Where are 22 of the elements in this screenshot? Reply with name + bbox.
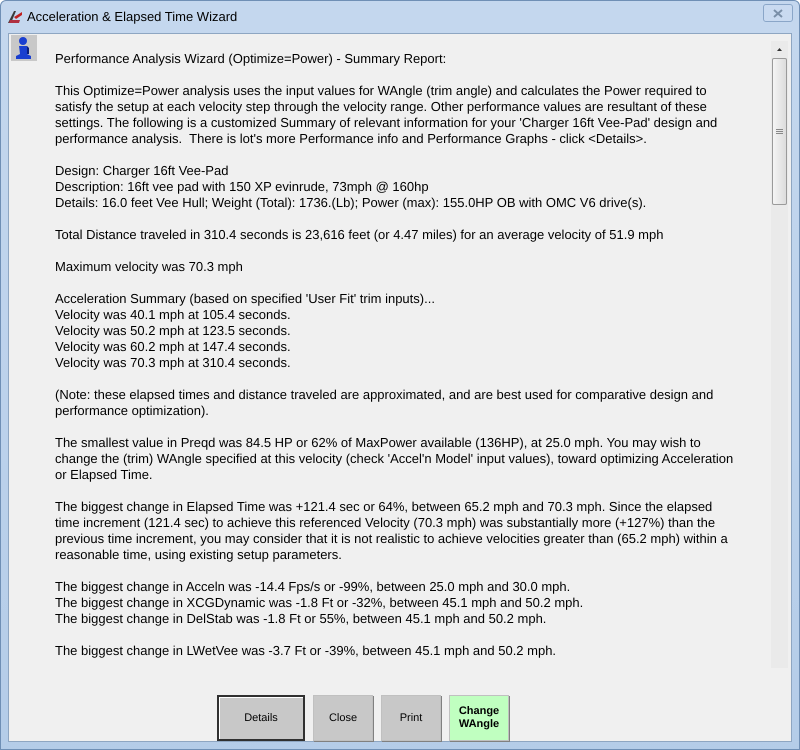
report-paragraph: This Optimize=Power analysis uses the input values for WAngle (trim angle) and calculates the Power required to satisfy the setup at each velocity step through the velocity range. Other performance values are resultant of these settings. The following is a customized Summary of relevant information for your 'Charger 16ft Vee-Pad' design and performance analysis. There is lot's more Performance info and Performance Graphs - click <Details>. — [55, 83, 718, 147]
change-wangle-button[interactable]: Change WAngle — [449, 695, 509, 741]
report-paragraph: Performance Analysis Wizard (Optimize=Power) - Summary Report: — [55, 51, 448, 67]
report-paragraph: Maximum velocity was 70.3 mph — [55, 259, 244, 275]
report-paragraph: The biggest change in LWetVee was -3.7 Ft or -39%, between 45.1 mph and 50.2 mph. — [55, 643, 558, 659]
report-paragraph: The biggest change in Elapsed Time was +121.4 sec or 64%, between 65.2 mph and 70.3 mph. Since the elapsed time increment (121.4 sec) to achieve this referenced Velocity (70.3 mph) was substantially more (+127%) than the previous time increment, you may consider that it is not realistic to achieve velocities greater than (65.2 mph) within a reasonable time, using existing setup parameters. — [55, 499, 729, 563]
report-paragraph: The biggest change in Acceln was -14.4 Fps/s or -99%, between 25.0 mph and 30.0 mph. The biggest change in XCGDynamic was -1.8 Ft or -32%, between 45.1 mph and 50.2 mph. The biggest change in DelStab was -1.8 Ft or 55%, between 45.1 mph and 50.2 mph. — [55, 579, 584, 627]
info-icon — [11, 35, 37, 61]
report-paragraph: Design: Charger 16ft Vee-Pad Description: 16ft vee pad with 150 XP evinrude, 73mph @ 160hp Details: 16.0 feet Vee Hull; Weight (Total): 1736.(Lb); Power (max): 155.0HP OB with OMC V6 drive(s). — [55, 163, 648, 211]
app-logo-icon — [7, 9, 23, 25]
scrollbar[interactable] — [771, 41, 788, 668]
close-button[interactable] — [763, 4, 793, 22]
dialog-button[interactable]: Details — [217, 695, 305, 741]
window-title: Acceleration & Elapsed Time Wizard — [27, 8, 238, 26]
report-paragraph: (Note: these elapsed times and distance traveled are approximated, and are best used for comparative design and performance optimization). — [55, 387, 714, 419]
dialog-button[interactable]: Print — [381, 695, 441, 741]
report-paragraph: Total Distance traveled in 310.4 seconds is 23,616 feet (or 4.47 miles) for an average velocity of 51.9 mph — [55, 227, 664, 243]
report-paragraph: The smallest value in Preqd was 84.5 HP or 62% of MaxPower available (136HP), at 25.0 mph. You may wish to change the (trim) WAngle specified at this velocity (check 'Accel'n Model' input values), toward optimizing Acceleration or Elapsed Time. — [55, 435, 734, 483]
report-paragraph: Acceleration Summary (based on specified 'User Fit' trim inputs)... Velocity was 40.1 mph at 105.4 seconds. Velocity was 50.2 mph at 123.5 seconds. Velocity was 60.2 mph at 147.4 seconds. Velocity was 70.3 mph at 310.4 seconds. — [55, 291, 436, 371]
dialog-button[interactable]: Close — [313, 695, 373, 741]
scroll-thumb[interactable] — [772, 58, 787, 205]
close-icon — [773, 8, 783, 18]
